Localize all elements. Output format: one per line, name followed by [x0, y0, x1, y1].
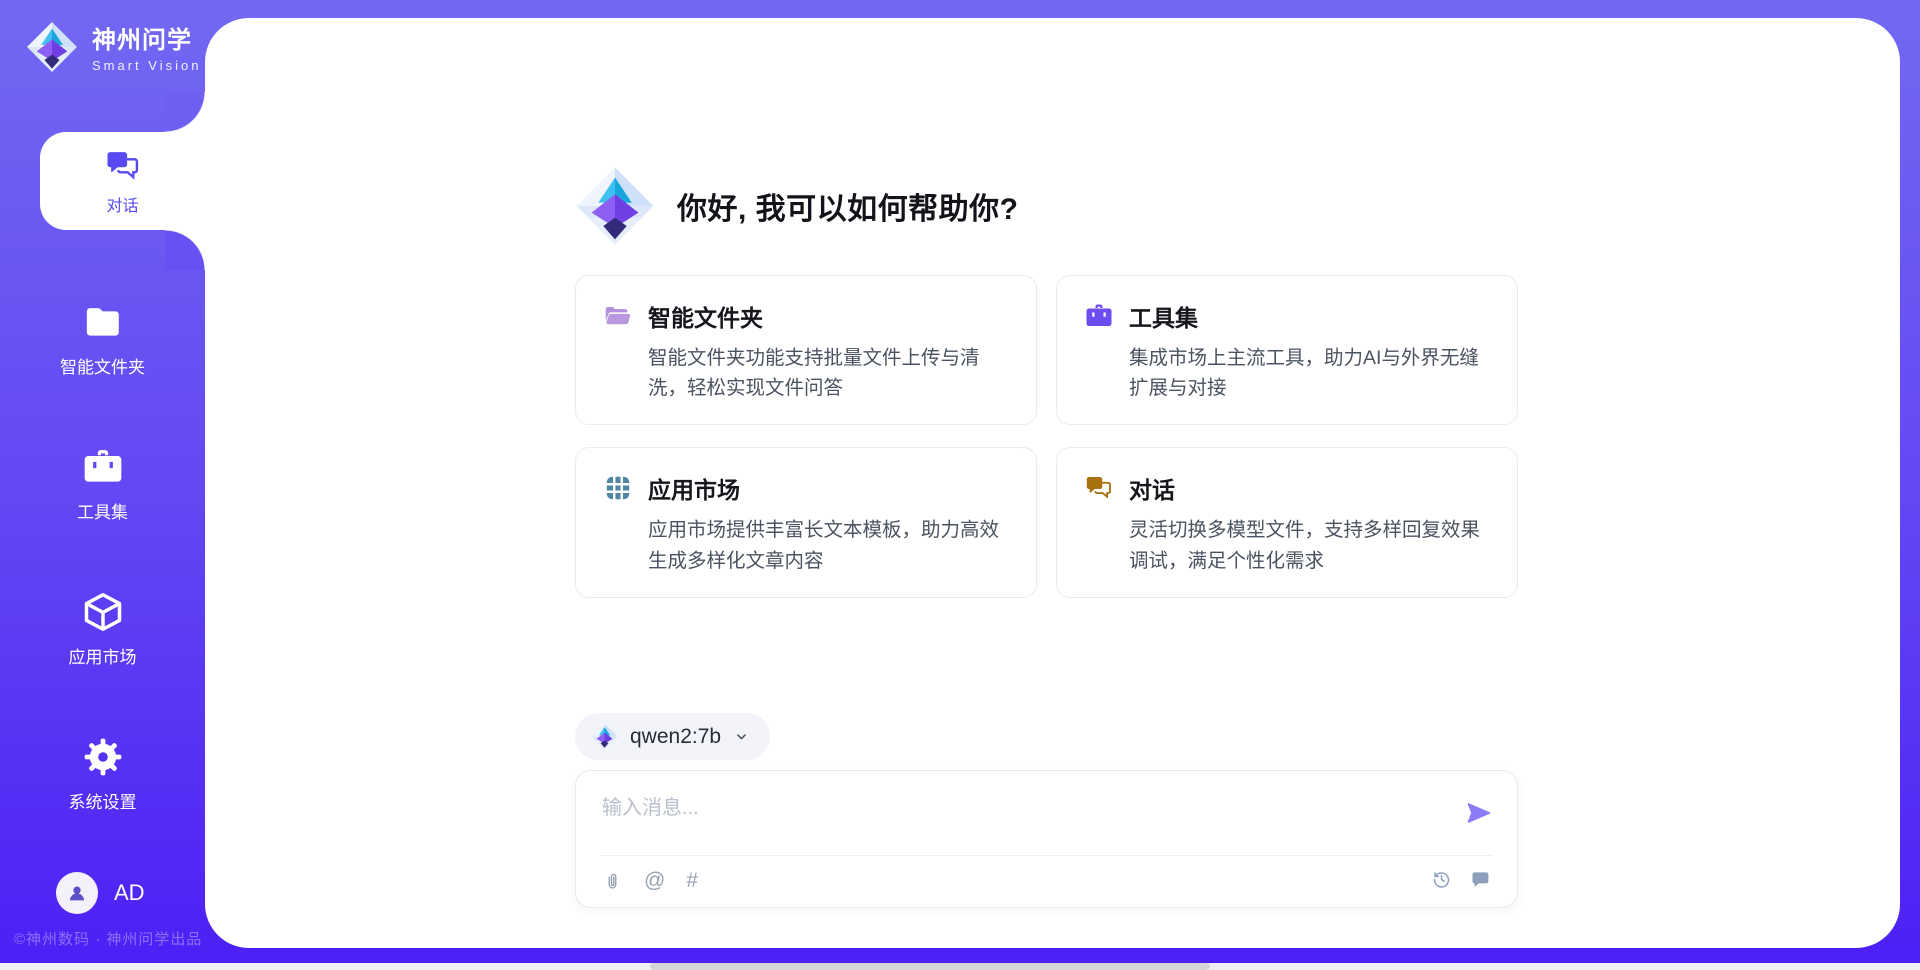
chat-bubble-icon[interactable]	[1470, 869, 1491, 890]
chevron-down-icon	[733, 728, 750, 745]
card-description: 灵活切换多模型文件，支持多样回复效果调试，满足个性化需求	[1129, 515, 1490, 575]
composer-divider	[600, 855, 1493, 856]
gear-icon	[81, 735, 125, 779]
gem-logo-icon	[26, 21, 78, 73]
sidebar-item-app-market[interactable]: 应用市场	[0, 590, 205, 668]
card-description: 应用市场提供丰富长文本模板，助力高效生成多样化文章内容	[648, 515, 1009, 575]
brand-subtitle: Smart Vision	[92, 58, 201, 73]
card-smart-folder[interactable]: 智能文件夹 智能文件夹功能支持批量文件上传与清洗，轻松实现文件问答	[575, 275, 1037, 425]
paperclip-icon[interactable]	[602, 871, 623, 892]
history-icon[interactable]	[1431, 869, 1452, 890]
card-title: 对话	[1129, 471, 1175, 505]
user-initials: AD	[114, 880, 145, 906]
sidebar-item-label: 系统设置	[69, 788, 137, 813]
scrollbar-thumb[interactable]	[650, 963, 1210, 970]
sidebar-item-settings[interactable]: 系统设置	[0, 735, 205, 813]
grid-icon	[603, 473, 633, 503]
composer-tools-left: @ #	[602, 869, 698, 893]
model-name: qwen2:7b	[630, 725, 721, 749]
composer-tools-right	[1431, 869, 1491, 890]
sidebar: 神州问学 Smart Vision 对话 智能文件夹 工具集	[0, 0, 205, 970]
card-title: 工具集	[1129, 299, 1198, 333]
send-icon[interactable]	[1465, 799, 1493, 827]
model-selector[interactable]: qwen2:7b	[575, 713, 770, 760]
folder-open-icon	[603, 301, 633, 331]
card-toolset[interactable]: 工具集 集成市场上主流工具，助力AI与外界无缝扩展与对接	[1056, 275, 1518, 425]
card-app-market[interactable]: 应用市场 应用市场提供丰富长文本模板，助力高效生成多样化文章内容	[575, 447, 1037, 597]
sidebar-item-label: 对话	[106, 192, 138, 216]
card-description: 智能文件夹功能支持批量文件上传与清洗，轻松实现文件问答	[648, 343, 1009, 403]
greeting-title: 你好, 我可以如何帮助你?	[677, 184, 1019, 228]
chat-icon	[1084, 473, 1114, 503]
sidebar-footer: ©神州数码 · 神州问学出品	[14, 928, 202, 949]
gem-hero-icon	[575, 166, 655, 246]
tab-curve-bottom	[165, 230, 205, 270]
cube-icon	[81, 590, 125, 634]
message-composer: @ #	[575, 770, 1518, 908]
sidebar-item-smart-folder[interactable]: 智能文件夹	[0, 300, 205, 378]
card-title: 智能文件夹	[648, 299, 763, 333]
card-chat[interactable]: 对话 灵活切换多模型文件，支持多样回复效果调试，满足个性化需求	[1056, 447, 1518, 597]
sidebar-item-label: 应用市场	[69, 643, 137, 668]
hero: 你好, 我可以如何帮助你?	[575, 166, 1019, 246]
gem-icon	[591, 723, 618, 750]
sidebar-item-toolset[interactable]: 工具集	[0, 445, 205, 523]
toolbox-icon	[81, 445, 125, 489]
at-icon[interactable]: @	[644, 869, 665, 893]
sidebar-item-chat[interactable]: 对话	[40, 132, 205, 230]
toolbox-icon	[1084, 301, 1114, 331]
brand-logo: 神州问学 Smart Vision	[26, 20, 201, 73]
folder-icon	[81, 300, 125, 344]
person-icon	[65, 881, 89, 905]
sidebar-item-label: 工具集	[77, 498, 128, 523]
hash-icon[interactable]: #	[686, 869, 698, 893]
chat-icon	[104, 147, 142, 185]
tab-curve-top	[165, 92, 205, 132]
avatar	[56, 872, 98, 914]
brand-name: 神州问学	[92, 20, 201, 55]
sidebar-item-label: 智能文件夹	[60, 353, 145, 378]
message-input[interactable]	[602, 791, 1442, 847]
feature-cards: 智能文件夹 智能文件夹功能支持批量文件上传与清洗，轻松实现文件问答 工具集 集成…	[575, 275, 1518, 598]
horizontal-scrollbar	[0, 963, 1920, 970]
card-description: 集成市场上主流工具，助力AI与外界无缝扩展与对接	[1129, 343, 1490, 403]
user-account[interactable]: AD	[56, 872, 145, 914]
card-title: 应用市场	[648, 471, 740, 505]
